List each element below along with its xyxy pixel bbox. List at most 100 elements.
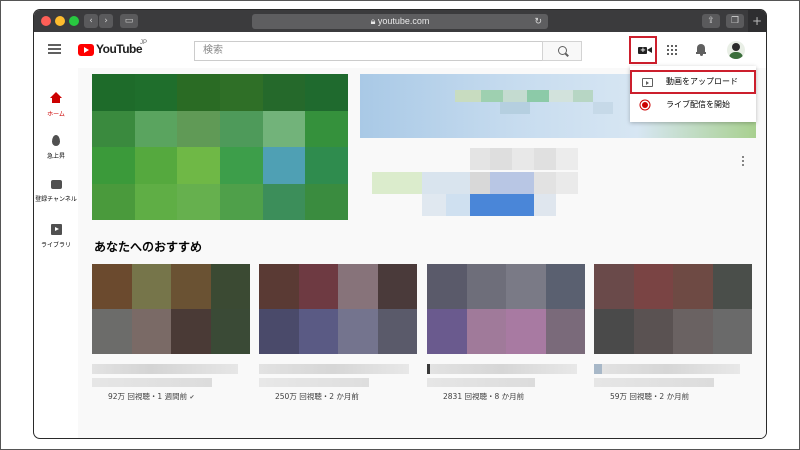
verified-check-icon: ✔ bbox=[189, 394, 195, 401]
thumbnail-tile bbox=[92, 74, 135, 111]
thumbnail-tile bbox=[298, 309, 338, 354]
thumbnail-tile bbox=[134, 147, 178, 184]
tabs-overview-icon[interactable]: ❐ bbox=[726, 14, 744, 28]
thumbnail-tile bbox=[594, 264, 634, 309]
thumbnail-tile bbox=[377, 264, 417, 309]
search-input[interactable]: 検索 bbox=[194, 41, 543, 61]
avatar[interactable] bbox=[727, 41, 745, 59]
youtube-header: YouTube JP 検索 + bbox=[34, 32, 766, 68]
menu-item-label: 動画をアップロード bbox=[666, 77, 738, 86]
logo-region: JP bbox=[140, 40, 148, 46]
thumbnail-tile bbox=[92, 147, 135, 184]
notifications-bell-icon[interactable] bbox=[696, 44, 706, 56]
sidebar-toggle-button[interactable]: ▭ bbox=[120, 14, 138, 28]
reload-icon[interactable]: ↻ bbox=[534, 14, 542, 29]
thumbnail-tile bbox=[712, 309, 752, 354]
sidebar: ホーム 急上昇 登録チャンネル ライブラリ bbox=[34, 68, 78, 438]
upload-video-menu-item[interactable]: 動画をアップロード bbox=[630, 70, 756, 94]
upload-video-icon bbox=[642, 78, 653, 87]
browser-window: ‹ › ▭ 🔒︎ youtube.com ↻ ⇪ ❐ + YouTube JP … bbox=[34, 10, 766, 438]
thumbnail-tile bbox=[545, 309, 585, 354]
video-card[interactable]: 59万 回視聴・2 か月前 bbox=[594, 264, 752, 402]
create-video-button[interactable]: + bbox=[629, 36, 657, 64]
thumbnail-tile bbox=[210, 264, 250, 309]
thumbnail-tile bbox=[171, 309, 211, 354]
thumbnail-tile bbox=[177, 74, 220, 111]
browser-titlebar: ‹ › ▭ 🔒︎ youtube.com ↻ ⇪ ❐ + bbox=[34, 10, 766, 32]
sidebar-item-trending[interactable]: 急上昇 bbox=[34, 135, 78, 160]
video-card[interactable]: 92万 回視聴・1 週間前 ✔ bbox=[92, 264, 250, 402]
video-thumbnail[interactable] bbox=[427, 264, 585, 354]
thumbnail-tile bbox=[633, 309, 673, 354]
thumbnail-tile bbox=[633, 264, 673, 309]
back-button[interactable]: ‹ bbox=[84, 14, 98, 28]
thumbnail-tile bbox=[506, 264, 546, 309]
thumbnail-tile bbox=[134, 110, 178, 147]
thumbnail-tile bbox=[298, 264, 338, 309]
thumbnail-tile bbox=[92, 183, 135, 220]
subscriptions-icon bbox=[50, 180, 62, 189]
thumbnail-tile bbox=[220, 147, 263, 184]
view-count: 250万 回視聴・2 か月前 bbox=[275, 392, 359, 401]
sidebar-item-home[interactable]: ホーム bbox=[34, 92, 78, 118]
lock-icon: 🔒︎ bbox=[370, 16, 378, 26]
sidebar-item-library[interactable]: ライブラリ bbox=[34, 224, 78, 249]
share-icon[interactable]: ⇪ bbox=[702, 14, 720, 28]
more-options-icon[interactable] bbox=[742, 156, 746, 170]
thumbnail-tile bbox=[305, 147, 348, 184]
thumbnail-tile bbox=[177, 147, 220, 184]
sidebar-item-label: ライブラリ bbox=[40, 242, 71, 249]
forward-button[interactable]: › bbox=[99, 14, 113, 28]
video-title-blurred bbox=[594, 364, 740, 374]
minimize-window-button[interactable] bbox=[55, 16, 65, 26]
thumbnail-tile bbox=[220, 74, 263, 111]
featured-video-thumbnail[interactable] bbox=[92, 74, 348, 220]
new-tab-button[interactable]: + bbox=[748, 10, 766, 32]
thumbnail-tile bbox=[427, 309, 467, 354]
thumbnail-tile bbox=[134, 183, 178, 220]
thumbnail-tile bbox=[305, 74, 348, 111]
channel-name-blurred bbox=[259, 378, 369, 387]
search-button[interactable] bbox=[542, 41, 582, 61]
thumbnail-tile bbox=[594, 309, 634, 354]
video-card[interactable]: 250万 回視聴・2 か月前 bbox=[259, 264, 417, 402]
thumbnail-tile bbox=[177, 183, 220, 220]
thumbnail-tile bbox=[259, 309, 299, 354]
thumbnail-tile bbox=[92, 110, 135, 147]
thumbnail-tile bbox=[131, 264, 171, 309]
thumbnail-tile bbox=[712, 264, 752, 309]
channel-name-blurred bbox=[427, 378, 535, 387]
thumbnail-tile bbox=[506, 309, 546, 354]
thumbnail-tile bbox=[466, 264, 506, 309]
view-count: 92万 回視聴・1 週間前 ✔ bbox=[108, 392, 195, 401]
video-title-blurred bbox=[259, 364, 409, 374]
thumbnail-tile bbox=[134, 74, 178, 111]
thumbnail-tile bbox=[338, 309, 378, 354]
thumbnail-tile bbox=[338, 264, 378, 309]
thumbnail-tile bbox=[377, 309, 417, 354]
zoom-window-button[interactable] bbox=[69, 16, 79, 26]
address-bar[interactable]: 🔒︎ youtube.com ↻ bbox=[252, 14, 548, 29]
search-icon bbox=[558, 46, 567, 55]
video-thumbnail[interactable] bbox=[259, 264, 417, 354]
library-icon bbox=[50, 224, 62, 235]
video-thumbnail[interactable] bbox=[594, 264, 752, 354]
thumbnail-tile bbox=[262, 74, 306, 111]
close-window-button[interactable] bbox=[41, 16, 51, 26]
go-live-menu-item[interactable]: ライブ配信を開始 bbox=[630, 94, 756, 118]
thumbnail-tile bbox=[305, 183, 348, 220]
video-thumbnail[interactable] bbox=[92, 264, 250, 354]
thumbnail-tile bbox=[210, 309, 250, 354]
go-live-icon bbox=[642, 102, 648, 108]
fire-icon bbox=[52, 135, 60, 146]
view-count: 2831 回視聴・8 か月前 bbox=[443, 392, 525, 401]
sidebar-item-subscriptions[interactable]: 登録チャンネル bbox=[34, 180, 78, 203]
recommended-section-title: あなたへのおすすめ bbox=[94, 240, 203, 254]
menu-icon[interactable] bbox=[48, 44, 61, 54]
video-card[interactable]: 2831 回視聴・8 か月前 bbox=[427, 264, 585, 402]
thumbnail-tile bbox=[262, 183, 306, 220]
youtube-play-icon bbox=[78, 44, 94, 56]
ad-text-block[interactable] bbox=[360, 148, 590, 224]
apps-grid-icon[interactable] bbox=[667, 45, 677, 55]
thumbnail-tile bbox=[171, 264, 211, 309]
